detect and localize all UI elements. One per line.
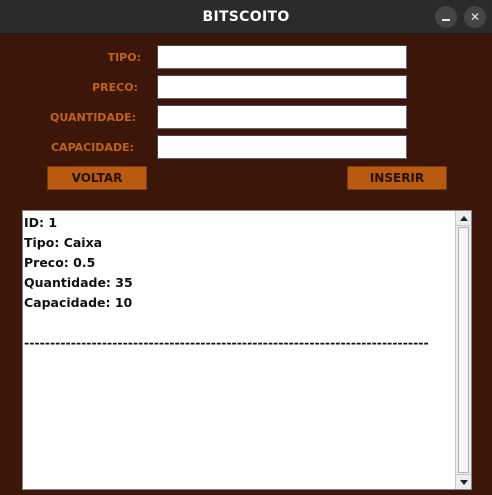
minimize-icon[interactable]	[435, 6, 457, 28]
preco-label: PRECO:	[92, 81, 138, 94]
tipo-input[interactable]	[157, 45, 407, 69]
close-icon[interactable]: ✕	[464, 6, 486, 28]
main-panel: TIPO: PRECO: QUANTIDADE: CAPACIDADE: VOL…	[0, 34, 492, 495]
capacidade-label: CAPACIDADE:	[50, 141, 134, 154]
tipo-label: TIPO:	[107, 51, 141, 64]
quantidade-input[interactable]	[157, 105, 407, 129]
vertical-scrollbar[interactable]	[455, 211, 471, 489]
quantidade-label: QUANTIDADE:	[50, 111, 136, 124]
scroll-up-icon[interactable]	[456, 211, 471, 226]
output-text: ID: 1 Tipo: Caixa Preco: 0.5 Quantidade:…	[24, 215, 429, 350]
back-button[interactable]: VOLTAR	[47, 166, 147, 190]
window-title: BITSCOITO	[202, 9, 290, 25]
insert-button[interactable]: INSERIR	[347, 166, 447, 190]
title-bar: BITSCOITO ✕	[0, 0, 492, 34]
capacidade-input[interactable]	[157, 135, 407, 159]
scroll-down-icon[interactable]	[456, 474, 471, 489]
scrollbar-thumb[interactable]	[458, 227, 469, 473]
output-text-area[interactable]: ID: 1 Tipo: Caixa Preco: 0.5 Quantidade:…	[22, 210, 472, 490]
preco-input[interactable]	[157, 75, 407, 99]
